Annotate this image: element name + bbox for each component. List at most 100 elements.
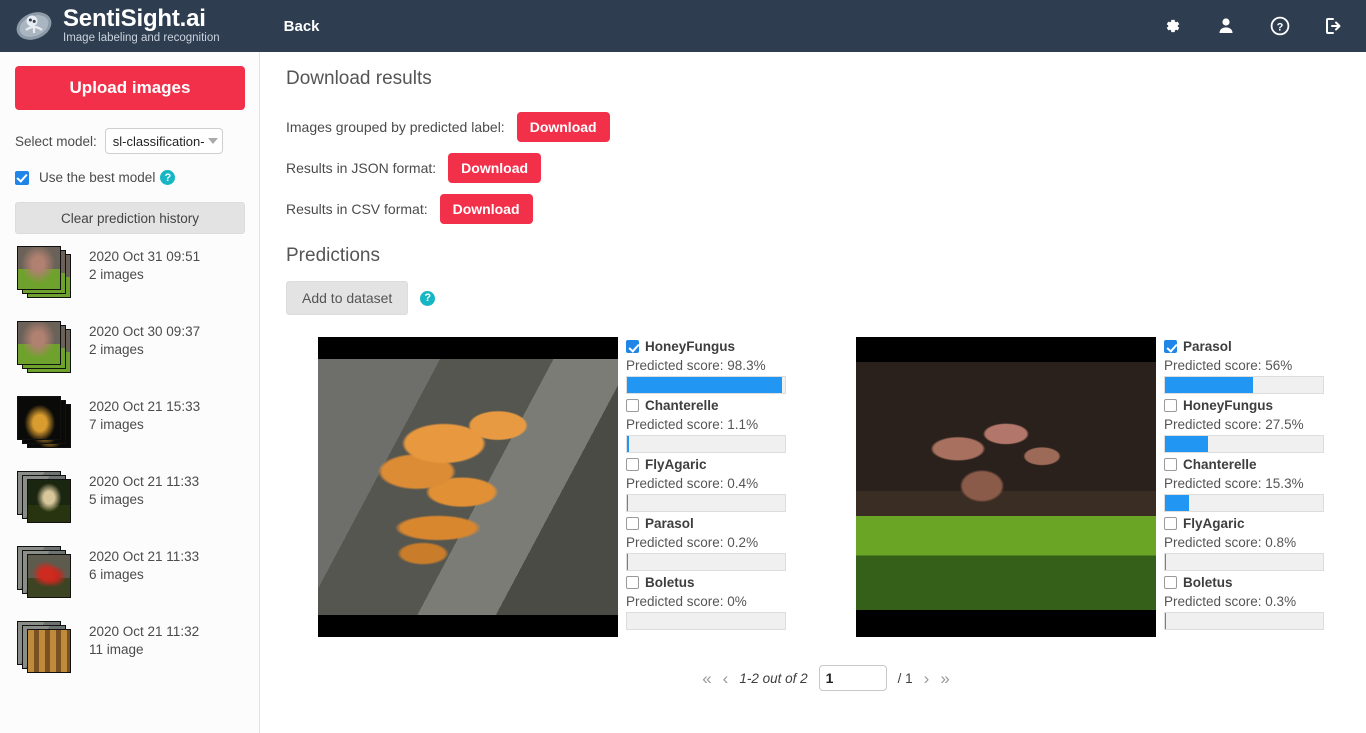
prediction-label-item: HoneyFungus Predicted score: 98.3% bbox=[626, 337, 786, 394]
prediction-image[interactable] bbox=[856, 337, 1156, 637]
label-checkbox[interactable] bbox=[626, 576, 639, 589]
history-count: 6 images bbox=[89, 567, 144, 582]
next-page-button[interactable]: › bbox=[924, 670, 930, 687]
pagination-total: / 1 bbox=[897, 670, 913, 686]
score-bar-fill bbox=[1165, 613, 1167, 629]
download-results-title: Download results bbox=[286, 68, 432, 89]
prediction-label-item: Chanterelle Predicted score: 1.1% bbox=[626, 396, 786, 453]
model-select[interactable]: sl-classification-... bbox=[104, 128, 223, 154]
label-checkbox[interactable] bbox=[626, 517, 639, 530]
label-checkbox[interactable] bbox=[1164, 458, 1177, 471]
gear-icon[interactable] bbox=[1162, 16, 1182, 36]
label-score: Predicted score: 98.3% bbox=[626, 358, 766, 373]
prediction-label-item: FlyAgaric Predicted score: 0.4% bbox=[626, 455, 786, 512]
prediction-cards: HoneyFungus Predicted score: 98.3% Chant… bbox=[286, 337, 1366, 637]
upload-images-button[interactable]: Upload images bbox=[15, 66, 245, 110]
history-count: 11 image bbox=[89, 642, 144, 657]
score-bar bbox=[626, 612, 786, 630]
download-row: Results in JSON format: Download bbox=[286, 147, 1366, 188]
label-checkbox[interactable] bbox=[626, 399, 639, 412]
user-icon[interactable] bbox=[1216, 16, 1236, 36]
label-name: Parasol bbox=[645, 516, 694, 531]
label-score: Predicted score: 0.4% bbox=[626, 476, 759, 491]
label-score: Predicted score: 0.2% bbox=[626, 535, 759, 550]
download-label: Images grouped by predicted label: bbox=[286, 118, 505, 135]
history-date: 2020 Oct 31 09:51 bbox=[89, 249, 201, 264]
prediction-label-item: Boletus Predicted score: 0% bbox=[626, 573, 786, 630]
last-page-button[interactable]: » bbox=[940, 670, 949, 687]
history-item[interactable]: 2020 Oct 21 15:33 7 images bbox=[15, 396, 244, 471]
prediction-label-item: Chanterelle Predicted score: 15.3% bbox=[1164, 455, 1324, 512]
score-bar bbox=[626, 376, 786, 394]
help-icon[interactable]: ? bbox=[160, 170, 176, 185]
prediction-image[interactable] bbox=[318, 337, 618, 637]
header-icon-group: ? bbox=[1162, 0, 1344, 52]
prediction-card: Parasol Predicted score: 56% HoneyFungus… bbox=[856, 337, 1324, 637]
select-model-label: Select model: bbox=[15, 133, 97, 149]
clear-prediction-history-button[interactable]: Clear prediction history bbox=[15, 202, 245, 234]
add-to-dataset-row: Add to dataset ? bbox=[286, 281, 1366, 315]
history-thumbnail bbox=[17, 546, 71, 598]
help-icon[interactable]: ? bbox=[420, 290, 436, 306]
help-icon[interactable]: ? bbox=[1270, 16, 1290, 36]
label-checkbox[interactable] bbox=[626, 340, 639, 353]
score-bar bbox=[626, 553, 786, 571]
pagination-info: 1-2 out of 2 bbox=[739, 670, 808, 686]
use-best-model-checkbox[interactable] bbox=[15, 170, 29, 185]
model-select-value: sl-classification-... bbox=[112, 133, 204, 149]
score-bar bbox=[1164, 376, 1324, 394]
score-bar-fill bbox=[627, 554, 629, 570]
page-number-input[interactable] bbox=[818, 665, 887, 691]
pagination: « ‹ 1-2 out of 2 / 1 › » bbox=[286, 665, 1366, 691]
download-label: Results in JSON format: bbox=[286, 159, 437, 176]
download-json-button[interactable]: Download bbox=[448, 152, 542, 183]
label-checkbox[interactable] bbox=[1164, 340, 1177, 353]
brand-logo[interactable]: SentiSight.ai Image labeling and recogni… bbox=[0, 6, 220, 46]
prediction-label-item: HoneyFungus Predicted score: 27.5% bbox=[1164, 396, 1324, 453]
prediction-label-item: Parasol Predicted score: 56% bbox=[1164, 337, 1324, 394]
label-name: HoneyFungus bbox=[1183, 398, 1273, 413]
history-thumbnail bbox=[17, 471, 71, 523]
back-button[interactable]: Back bbox=[284, 18, 320, 35]
previous-page-button[interactable]: ‹ bbox=[723, 670, 729, 687]
brand-subtitle: Image labeling and recognition bbox=[63, 32, 220, 45]
label-name: FlyAgaric bbox=[645, 457, 707, 472]
logout-icon[interactable] bbox=[1324, 16, 1344, 36]
history-date: 2020 Oct 21 11:32 bbox=[89, 624, 200, 639]
label-name: Boletus bbox=[1183, 575, 1233, 590]
label-name: Chanterelle bbox=[645, 398, 719, 413]
label-checkbox[interactable] bbox=[1164, 399, 1177, 412]
score-bar-fill bbox=[627, 495, 629, 511]
score-bar bbox=[1164, 612, 1324, 630]
use-best-model-row: Use the best model ? bbox=[15, 170, 244, 185]
history-thumbnail bbox=[17, 396, 71, 448]
main-content: Download results Images grouped by predi… bbox=[260, 52, 1366, 733]
label-checkbox[interactable] bbox=[1164, 576, 1177, 589]
history-date: 2020 Oct 21 15:33 bbox=[89, 399, 201, 414]
prediction-label-list: Parasol Predicted score: 56% HoneyFungus… bbox=[1164, 337, 1324, 637]
add-to-dataset-button[interactable]: Add to dataset bbox=[286, 281, 409, 315]
label-score: Predicted score: 1.1% bbox=[626, 417, 759, 432]
download-csv-button[interactable]: Download bbox=[439, 193, 533, 224]
prediction-history-list: 2020 Oct 31 09:51 2 images 2020 Oct 30 0… bbox=[15, 246, 244, 696]
prediction-label-item: FlyAgaric Predicted score: 0.8% bbox=[1164, 514, 1324, 571]
label-checkbox[interactable] bbox=[626, 458, 639, 471]
history-count: 7 images bbox=[89, 417, 144, 432]
history-count: 2 images bbox=[89, 342, 144, 357]
history-item[interactable]: 2020 Oct 31 09:51 2 images bbox=[15, 246, 244, 321]
download-grouped-images-button[interactable]: Download bbox=[516, 111, 610, 142]
first-page-button[interactable]: « bbox=[702, 670, 711, 687]
label-name: Boletus bbox=[645, 575, 695, 590]
app-header: SentiSight.ai Image labeling and recogni… bbox=[0, 0, 1366, 52]
label-checkbox[interactable] bbox=[1164, 517, 1177, 530]
history-item[interactable]: 2020 Oct 21 11:33 5 images bbox=[15, 471, 244, 546]
prediction-label-list: HoneyFungus Predicted score: 98.3% Chant… bbox=[626, 337, 786, 637]
history-item[interactable]: 2020 Oct 21 11:33 6 images bbox=[15, 546, 244, 621]
label-score: Predicted score: 27.5% bbox=[1164, 417, 1304, 432]
history-item[interactable]: 2020 Oct 21 11:32 11 image bbox=[15, 621, 244, 696]
prediction-label-item: Boletus Predicted score: 0.3% bbox=[1164, 573, 1324, 630]
history-item[interactable]: 2020 Oct 30 09:37 2 images bbox=[15, 321, 244, 396]
label-score: Predicted score: 0.3% bbox=[1164, 594, 1297, 609]
label-score: Predicted score: 0.8% bbox=[1164, 535, 1297, 550]
prediction-card: HoneyFungus Predicted score: 98.3% Chant… bbox=[318, 337, 786, 637]
